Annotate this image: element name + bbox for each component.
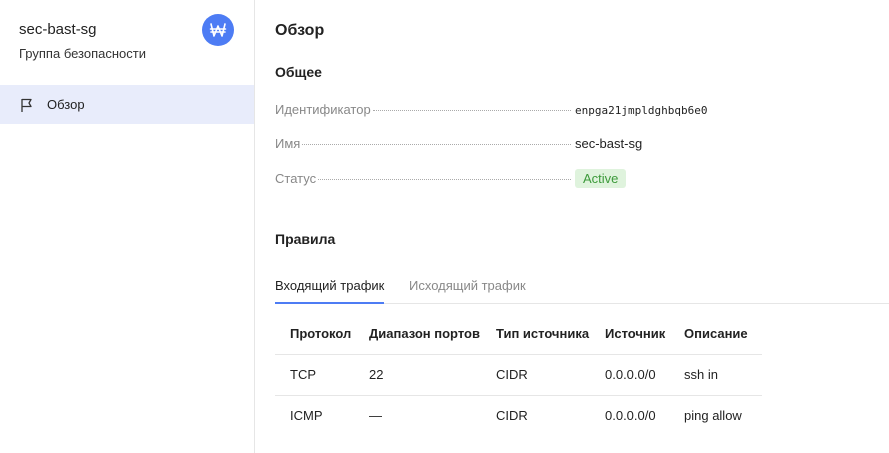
- flag-icon: [19, 97, 35, 113]
- cell-source: 0.0.0.0/0: [590, 353, 669, 395]
- sidebar: sec-bast-sg Группа безопасности Обзор: [0, 0, 255, 453]
- sidebar-item-overview[interactable]: Обзор: [0, 85, 254, 124]
- column-header-description[interactable]: Описание: [669, 313, 762, 354]
- cell-port-range: —: [354, 394, 481, 436]
- cell-source-type: CIDR: [481, 353, 590, 395]
- property-id-label: Идентификатор: [275, 102, 371, 117]
- cell-protocol: TCP: [275, 353, 354, 395]
- resource-type: Группа безопасности: [19, 46, 146, 61]
- status-badge-wrap: Active: [575, 169, 627, 188]
- cell-protocol: ICMP: [275, 394, 354, 436]
- status-badge: Active: [575, 169, 627, 188]
- tab-ingress[interactable]: Входящий трафик: [275, 278, 385, 304]
- property-status: Статус Active: [275, 169, 695, 189]
- rules-table: Протокол Диапазон портов Тип источника И…: [275, 313, 762, 436]
- dotted-leader: [318, 179, 571, 180]
- cell-description: ssh in: [669, 353, 762, 395]
- column-header-protocol[interactable]: Протокол: [275, 313, 354, 354]
- column-header-source-type[interactable]: Тип источника: [481, 313, 590, 354]
- dotted-leader: [372, 110, 571, 111]
- rules-section-title: Правила: [275, 231, 336, 247]
- column-header-port-range[interactable]: Диапазон портов: [354, 313, 481, 354]
- table-row[interactable]: TCP 22 CIDR 0.0.0.0/0 ssh in: [275, 353, 762, 395]
- property-name-value: sec-bast-sg: [575, 136, 643, 151]
- cell-description: ping allow: [669, 394, 762, 436]
- security-group-icon: [202, 14, 234, 46]
- property-id: Идентификатор enpga21jmpldghbqb6e0: [275, 102, 707, 120]
- column-header-source[interactable]: Источник: [590, 313, 669, 354]
- property-status-label: Статус: [275, 171, 317, 186]
- property-name-label: Имя: [275, 136, 301, 151]
- property-id-value: enpga21jmpldghbqb6e0: [575, 104, 708, 117]
- dotted-leader: [302, 144, 571, 145]
- table-row[interactable]: ICMP — CIDR 0.0.0.0/0 ping allow: [275, 394, 762, 436]
- cell-port-range: 22: [354, 353, 481, 395]
- general-section-title: Общее: [275, 64, 322, 80]
- page-title: Обзор: [275, 22, 325, 39]
- property-name: Имя sec-bast-sg: [275, 136, 695, 154]
- table-header-row: Протокол Диапазон портов Тип источника И…: [275, 313, 762, 354]
- sidebar-item-label: Обзор: [47, 97, 85, 112]
- traffic-tabs: Входящий трафик Исходящий трафик: [275, 268, 889, 304]
- cell-source: 0.0.0.0/0: [590, 394, 669, 436]
- tab-egress[interactable]: Исходящий трафик: [409, 278, 526, 303]
- cell-source-type: CIDR: [481, 394, 590, 436]
- main-content: Обзор Общее Идентификатор enpga21jmpldgh…: [256, 0, 889, 453]
